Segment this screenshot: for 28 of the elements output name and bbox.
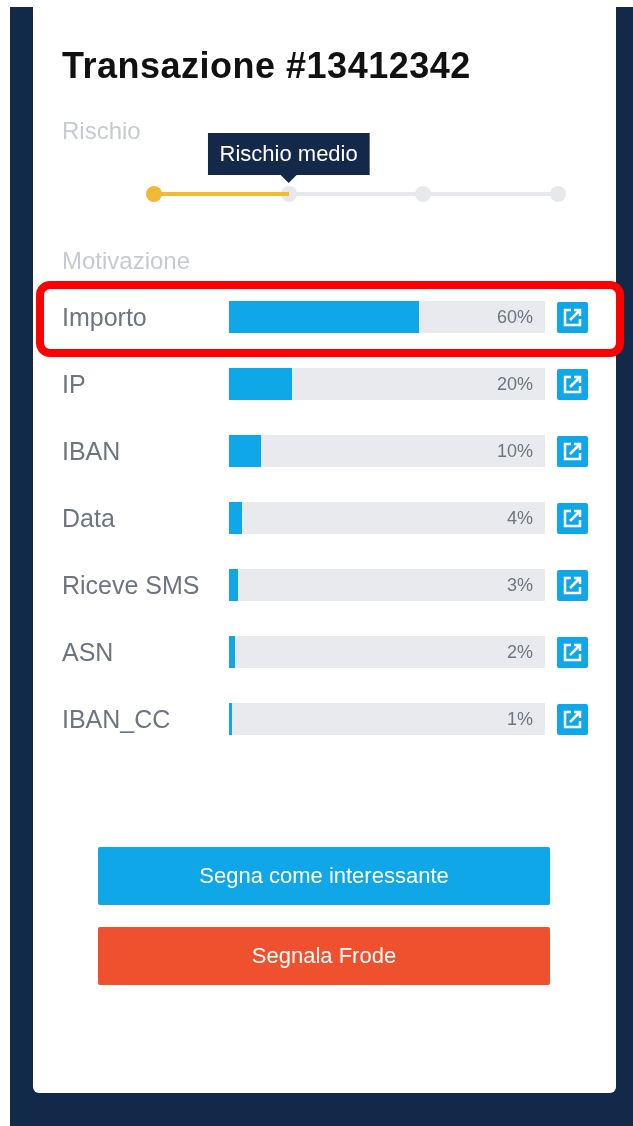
mark-interesting-button[interactable]: Segna come interessante xyxy=(98,847,550,905)
report-fraud-button[interactable]: Segnala Frode xyxy=(98,927,550,985)
external-link-icon[interactable] xyxy=(557,703,588,735)
external-link-icon[interactable] xyxy=(557,502,588,534)
external-link-icon[interactable] xyxy=(557,435,588,467)
factor-percent: 4% xyxy=(507,507,534,529)
factor-name: IBAN xyxy=(62,436,122,466)
factor-percent: 10% xyxy=(496,440,534,462)
factor-name: ASN xyxy=(62,637,115,667)
external-link-icon[interactable] xyxy=(557,636,588,668)
risk-slider[interactable] xyxy=(146,186,566,202)
factor-name: IBAN_CC xyxy=(62,704,172,734)
factor-percent: 1% xyxy=(507,708,534,730)
external-link-icon[interactable] xyxy=(557,368,588,400)
factor-percent: 3% xyxy=(507,574,534,596)
factor-percent: 20% xyxy=(496,373,534,395)
risk-label: Rischio xyxy=(62,117,141,145)
factor-percent: 60% xyxy=(496,306,534,328)
factor-name: Data xyxy=(62,503,116,533)
transaction-title: Transazione #13412342 xyxy=(62,45,471,87)
external-link-icon[interactable] xyxy=(557,569,588,601)
factor-percent: 2% xyxy=(507,641,534,663)
factor-name: IP xyxy=(62,369,87,399)
external-link-icon[interactable] xyxy=(557,301,588,333)
factor-name: Riceve SMS xyxy=(62,570,201,600)
factor-name: Importo xyxy=(62,302,148,332)
risk-tooltip: Rischio medio xyxy=(207,133,370,183)
motivation-label: Motivazione xyxy=(62,247,191,275)
